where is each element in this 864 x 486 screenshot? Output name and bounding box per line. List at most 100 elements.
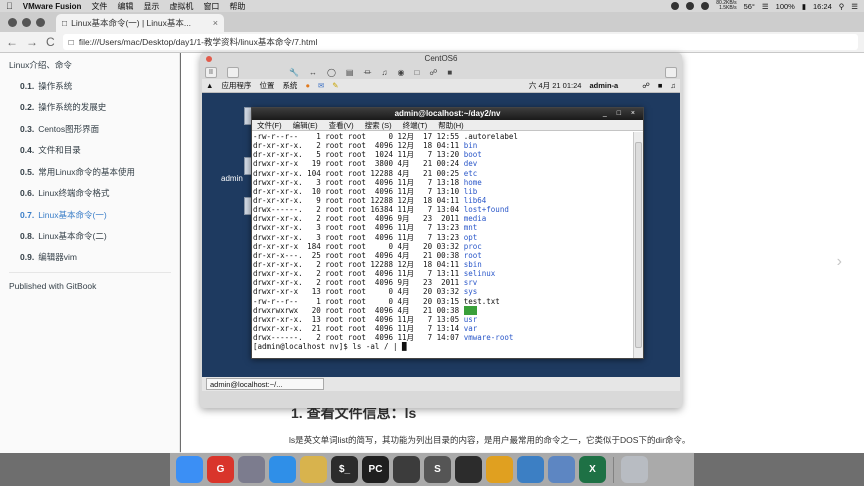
reload-button[interactable]: C	[46, 35, 55, 49]
sidebar-item-label: 操作系统	[38, 81, 73, 91]
forward-button[interactable]: →	[26, 35, 38, 49]
terminal-menu-help[interactable]: 帮助(H)	[438, 120, 463, 130]
window-close-button[interactable]	[8, 18, 17, 27]
menu-list-icon[interactable]: ☰	[851, 2, 858, 11]
dock-terminal-icon[interactable]: $_	[331, 456, 358, 483]
sidebar-item-num: 0.6.	[20, 188, 35, 198]
file-meta: drwx------. 2 root root 16384 11月 7 13:0…	[253, 205, 464, 215]
sidebar-item-0-2[interactable]: 0.2. 操作系统的发展史	[20, 101, 106, 113]
tab-close-button[interactable]: ×	[213, 18, 218, 28]
dock-excel-icon[interactable]: X	[579, 456, 606, 483]
printer-icon[interactable]: ▤	[346, 68, 354, 77]
dock-chrome-icon[interactable]	[486, 456, 513, 483]
firefox-launcher-icon[interactable]: ●	[305, 81, 310, 90]
dock-obs-icon[interactable]	[455, 456, 482, 483]
dock-pycharm-icon[interactable]: PC	[362, 456, 389, 483]
menubar-item-view[interactable]: 显示	[143, 1, 159, 12]
dock-screenshot-icon[interactable]	[393, 456, 420, 483]
terminal-scroll-thumb[interactable]	[635, 142, 642, 348]
menubar-item-vm[interactable]: 虚拟机	[169, 1, 193, 12]
dock-launchpad-icon[interactable]	[238, 456, 265, 483]
disk-icon[interactable]: ◯	[327, 68, 336, 77]
menubar-item-edit[interactable]: 编辑	[117, 1, 133, 12]
sidebar-item-0-6[interactable]: 0.6. Linux终端命令格式	[20, 187, 110, 199]
gnome-menu-applications[interactable]: 应用程序	[221, 80, 251, 91]
dock-app-cube-icon[interactable]	[517, 456, 544, 483]
dock-sublime-icon[interactable]: S	[424, 456, 451, 483]
network-icon[interactable]: ■	[658, 81, 663, 90]
taskbar-terminal-item[interactable]: admin@localhost:~/...	[206, 378, 324, 390]
terminal-line: drwxr-xr-x. 3 root root 4096 11月 7 13:23…	[253, 223, 634, 232]
sidebar-item-num: 0.9.	[20, 252, 35, 262]
sidebar-item-0-5[interactable]: 0.5. 常用Linux命令的基本使用	[20, 166, 135, 178]
dock-finder-icon[interactable]	[176, 456, 203, 483]
gnome-user[interactable]: admin-a	[589, 81, 618, 90]
wifi-icon[interactable]: ☰	[762, 2, 769, 11]
sidebar-item-0-9[interactable]: 0.9. 编辑器vim	[20, 251, 77, 263]
menubar-item-file[interactable]: 文件	[91, 1, 107, 12]
gnome-menu-places[interactable]: 位置	[259, 80, 274, 91]
terminal-window-controls[interactable]: _ □ ×	[603, 108, 639, 120]
file-name: opt	[463, 232, 478, 242]
network-down: 1.5KB/s	[719, 5, 737, 11]
vm-snapshot-button[interactable]	[227, 66, 239, 78]
settings-wrench-icon[interactable]: 🔧	[289, 68, 299, 77]
usb-icon[interactable]: ⏛	[363, 67, 371, 78]
notes-launcher-icon[interactable]: ✎	[332, 81, 338, 90]
dock-vmware-icon[interactable]	[548, 456, 575, 483]
bluetooth-icon[interactable]: ☍	[429, 68, 437, 77]
terminal-scrollbar[interactable]	[633, 132, 643, 358]
menubar-clock[interactable]: 16:24	[813, 2, 832, 11]
tray-app-icon[interactable]	[701, 2, 710, 10]
dock-safari-icon[interactable]	[269, 456, 296, 483]
apple-icon[interactable]: 	[6, 1, 13, 11]
gnome-clock[interactable]: 六 4月 21 01:24	[529, 80, 582, 91]
mail-launcher-icon[interactable]: ✉	[318, 81, 324, 90]
sidebar-item-0-1[interactable]: 0.1. 操作系统	[20, 80, 72, 92]
terminal-menu-view[interactable]: 查看(V)	[329, 120, 354, 130]
terminal-menu-file[interactable]: 文件(F)	[257, 120, 282, 130]
camera-icon[interactable]: ◉	[397, 68, 404, 77]
browser-tab[interactable]: □ Linux基本命令(一) | Linux基本... ×	[56, 14, 224, 32]
volume-icon[interactable]: ♫	[670, 81, 676, 90]
window-zoom-button[interactable]	[36, 18, 45, 27]
sidebar-item-0-8[interactable]: 0.8. Linux基本命令(二)	[20, 230, 107, 242]
menubar-item-window[interactable]: 窗口	[203, 1, 219, 12]
sidebar-item-0-3[interactable]: 0.3. Centos图形界面	[20, 123, 99, 135]
terminal-output[interactable]: -rw-r--r-- 1 root root 0 12月 17 12:55 .a…	[252, 132, 634, 358]
terminal-prompt[interactable]: [admin@localhost nv]$ ls -al / | █	[253, 342, 634, 351]
dock-app-g-icon[interactable]: G	[207, 456, 234, 483]
tray-app-icon[interactable]	[671, 2, 680, 10]
vm-close-button[interactable]	[206, 56, 212, 62]
back-button[interactable]: ←	[6, 35, 18, 49]
address-bar[interactable]: □ file:///Users/mac/Desktop/day1/1-教学资料/…	[62, 34, 858, 50]
terminal-menu-terminal[interactable]: 终端(T)	[403, 120, 428, 130]
network-arrows-icon[interactable]: ↔	[309, 68, 317, 77]
sidebar-item-0-7[interactable]: 0.7. Linux基本命令(一)	[20, 209, 107, 221]
dock-editor-icon[interactable]	[300, 456, 327, 483]
sidebar-item-0-4[interactable]: 0.4. 文件和目录	[20, 144, 81, 156]
sound-icon[interactable]: ♫	[381, 68, 387, 77]
dock-trash-icon[interactable]	[621, 456, 648, 483]
desktop-icon-label: admin	[221, 174, 243, 183]
shared-folder-icon[interactable]: □	[414, 68, 419, 77]
published-with-gitbook-link[interactable]: Published with GitBook	[9, 281, 96, 291]
menubar-app-name[interactable]: VMware Fusion	[23, 2, 82, 11]
vm-fullscreen-button[interactable]	[665, 66, 677, 78]
next-page-arrow[interactable]: ›	[837, 253, 842, 271]
input-device-icon[interactable]: ■	[447, 68, 452, 77]
gnome-menu-system[interactable]: 系统	[282, 80, 297, 91]
battery-percent[interactable]: 100%	[776, 2, 795, 11]
file-name: dev	[463, 159, 478, 169]
sidebar-item-label: 文件和目录	[38, 145, 81, 155]
terminal-menu-search[interactable]: 搜索 (S)	[365, 120, 392, 130]
vm-pause-button[interactable]: II	[205, 66, 217, 78]
window-minimize-button[interactable]	[22, 18, 31, 27]
tab-title: Linux基本命令(一) | Linux基本...	[71, 18, 191, 28]
sidebar-root-item[interactable]: Linux介绍、命令	[9, 59, 72, 71]
terminal-menu-edit[interactable]: 编辑(E)	[293, 120, 318, 130]
menubar-item-help[interactable]: 帮助	[229, 1, 245, 12]
search-icon[interactable]: ⚲	[839, 2, 845, 11]
tray-app-icon[interactable]	[686, 2, 695, 10]
bluetooth-icon[interactable]: ☍	[642, 81, 650, 90]
